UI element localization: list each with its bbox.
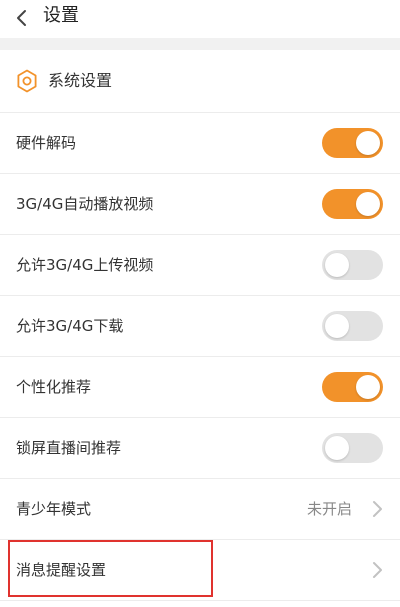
setting-label: 允许3G/4G上传视频 xyxy=(16,256,154,274)
lockscreen-live-toggle[interactable] xyxy=(322,433,383,463)
setting-label: 硬件解码 xyxy=(16,134,77,152)
setting-row-teen-mode[interactable]: 青少年模式 未开启 xyxy=(0,479,400,540)
section-divider xyxy=(0,38,400,50)
setting-row-mobile-upload[interactable]: 允许3G/4G上传视频 xyxy=(0,235,400,296)
setting-label: 允许3G/4G下载 xyxy=(16,317,124,335)
personalized-recommend-toggle[interactable] xyxy=(322,372,383,402)
hardware-decode-toggle[interactable] xyxy=(322,128,383,158)
mobile-download-toggle[interactable] xyxy=(322,311,383,341)
header: 设置 xyxy=(0,0,400,38)
section-header: 系统设置 xyxy=(0,50,400,113)
setting-row-lockscreen-live[interactable]: 锁屏直播间推荐 xyxy=(0,418,400,479)
chevron-right-icon xyxy=(373,501,382,517)
autoplay-video-toggle[interactable] xyxy=(322,189,383,219)
gear-icon xyxy=(17,69,37,93)
toggle-knob xyxy=(325,253,349,277)
chevron-right-icon xyxy=(373,562,382,578)
setting-label: 个性化推荐 xyxy=(16,378,92,396)
setting-row-autoplay-video[interactable]: 3G/4G自动播放视频 xyxy=(0,174,400,235)
setting-row-mobile-download[interactable]: 允许3G/4G下载 xyxy=(0,296,400,357)
toggle-knob xyxy=(325,436,349,460)
toggle-knob xyxy=(356,131,380,155)
chevron-left-icon[interactable] xyxy=(12,6,32,30)
setting-row-hardware-decode[interactable]: 硬件解码 xyxy=(0,113,400,174)
teen-mode-status: 未开启 xyxy=(306,500,352,518)
page-title: 设置 xyxy=(43,5,79,26)
section-title: 系统设置 xyxy=(48,71,113,90)
setting-label: 锁屏直播间推荐 xyxy=(16,439,122,457)
toggle-knob xyxy=(356,375,380,399)
toggle-knob xyxy=(325,314,349,338)
setting-label: 青少年模式 xyxy=(16,500,92,518)
setting-row-personalized-recommend[interactable]: 个性化推荐 xyxy=(0,357,400,418)
toggle-knob xyxy=(356,192,380,216)
highlight-box xyxy=(8,540,213,597)
setting-label: 3G/4G自动播放视频 xyxy=(16,195,154,213)
mobile-upload-toggle[interactable] xyxy=(322,250,383,280)
